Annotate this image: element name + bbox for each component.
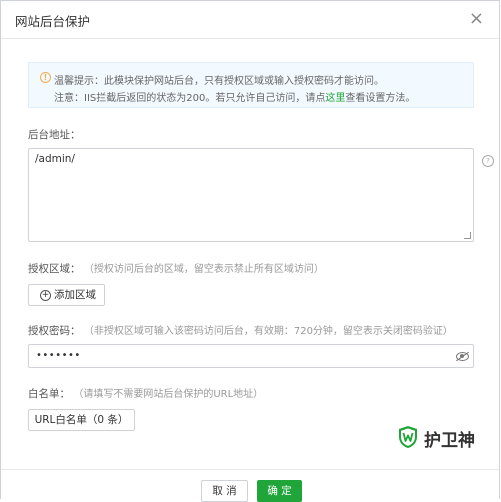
eye-slash-icon[interactable] bbox=[456, 352, 469, 361]
password-input[interactable]: ••••••• bbox=[28, 344, 474, 368]
auth-area-label: 授权区域： bbox=[28, 263, 81, 275]
auth-password-label: 授权密码： bbox=[28, 325, 81, 337]
shield-w-icon bbox=[399, 426, 417, 448]
notice-box: ! 温馨提示：此模块保护网站后台，只有授权区域或输入授权密码才能访问。 注意：I… bbox=[28, 62, 474, 108]
notice-line-2-suffix: 查看设置方法。 bbox=[345, 93, 416, 104]
close-icon[interactable]: × bbox=[469, 7, 484, 31]
add-area-button[interactable]: + 添加区域 bbox=[28, 284, 105, 306]
dialog-header: 网站后台保护 × bbox=[1, 1, 499, 39]
add-circle-icon: + bbox=[40, 290, 51, 301]
notice-line-2: 注意：IIS拦截后返回的状态为200。若只允许自己访问，请点这里查看设置方法。 bbox=[54, 89, 415, 104]
confirm-button[interactable]: 确 定 bbox=[257, 480, 302, 502]
add-area-label: 添加区域 bbox=[54, 289, 96, 301]
help-icon[interactable]: ? bbox=[482, 155, 494, 167]
auth-area-hint: （授权访问后台的区域，留空表示禁止所有区域访问） bbox=[83, 264, 324, 275]
dialog-footer bbox=[1, 469, 499, 502]
auth-password-row: 授权密码： （非授权区域可输入该密码访问后台，有效期：720分钟，留空表示关闭密… bbox=[28, 322, 453, 338]
auth-password-hint: （非授权区域可输入该密码访问后台，有效期：720分钟，留空表示关闭密码验证） bbox=[83, 326, 453, 337]
admin-url-textarea[interactable]: /admin/ bbox=[28, 148, 474, 242]
notice-line-2-prefix: 注意：IIS拦截后返回的状态为200。若只允许自己访问，请点 bbox=[54, 93, 326, 104]
auth-area-row: 授权区域： （授权访问后台的区域，留空表示禁止所有区域访问） bbox=[28, 260, 324, 276]
brand-logo: 护卫神 bbox=[397, 425, 497, 453]
password-value: ••••••• bbox=[36, 350, 81, 361]
whitelist-hint: （请填写不需要网站后台保护的URL地址） bbox=[73, 389, 264, 400]
whitelist-label: 白名单： bbox=[28, 388, 70, 400]
resize-handle-icon[interactable] bbox=[464, 232, 471, 239]
dialog: 网站后台保护 × ! 温馨提示：此模块保护网站后台，只有授权区域或输入授权密码才… bbox=[0, 0, 500, 502]
url-whitelist-button[interactable]: URL白名单（0 条） bbox=[28, 409, 135, 431]
notice-line-1: 温馨提示：此模块保护网站后台，只有授权区域或输入授权密码才能访问。 bbox=[54, 76, 384, 87]
warning-circle-icon: ! bbox=[40, 72, 51, 83]
cancel-button[interactable]: 取 消 bbox=[201, 480, 248, 502]
whitelist-row: 白名单： （请填写不需要网站后台保护的URL地址） bbox=[28, 385, 263, 401]
admin-url-label: 后台地址： bbox=[28, 129, 81, 141]
admin-url-value: /admin/ bbox=[35, 153, 75, 165]
brand-name: 护卫神 bbox=[424, 431, 475, 451]
notice-link[interactable]: 这里 bbox=[325, 93, 345, 104]
dialog-title: 网站后台保护 bbox=[15, 14, 91, 29]
